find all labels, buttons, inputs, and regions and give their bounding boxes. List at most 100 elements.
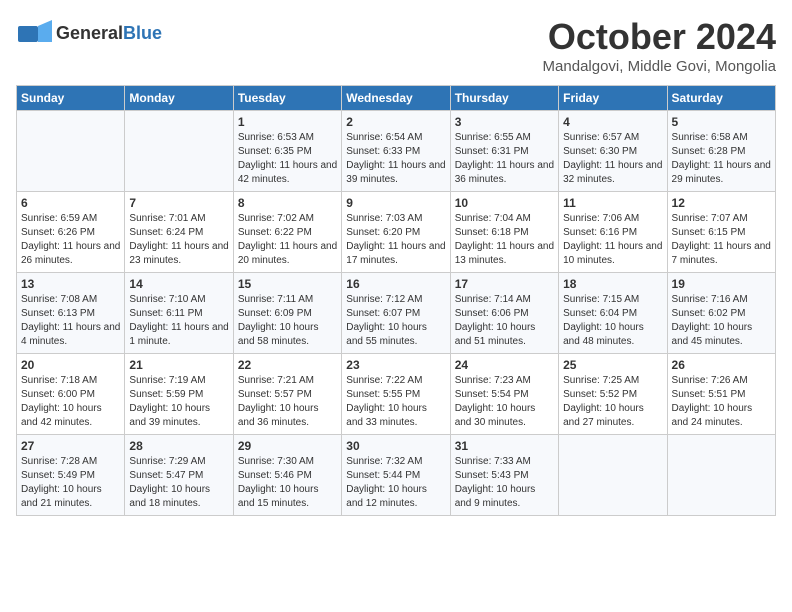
calendar-cell: 18Sunrise: 7:15 AM Sunset: 6:04 PM Dayli…	[559, 273, 667, 354]
day-number: 20	[21, 358, 120, 372]
cell-info: Sunrise: 7:08 AM Sunset: 6:13 PM Dayligh…	[21, 293, 120, 349]
cell-info: Sunrise: 6:59 AM Sunset: 6:26 PM Dayligh…	[21, 212, 120, 268]
calendar-cell: 6 Sunrise: 6:59 AM Sunset: 6:26 PM Daylig…	[17, 192, 125, 273]
calendar-header-row: SundayMondayTuesdayWednesdayThursdayFrid…	[17, 86, 776, 111]
calendar-cell: 31 Sunrise: 7:33 AM Sunset: 5:43 PM Dayli…	[450, 435, 558, 516]
cell-info: Sunrise: 7:01 AM Sunset: 6:24 PM Dayligh…	[129, 212, 228, 268]
calendar-cell: 8 Sunrise: 7:02 AM Sunset: 6:22 PM Daylig…	[233, 192, 341, 273]
calendar-cell: 5 Sunrise: 6:58 AM Sunset: 6:28 PM Daylig…	[667, 111, 775, 192]
calendar-cell	[667, 435, 775, 516]
cell-info: Sunrise: 7:02 AM Sunset: 6:22 PM Dayligh…	[238, 212, 337, 268]
day-number: 9	[346, 196, 445, 210]
calendar-week-row: 13 Sunrise: 7:08 AM Sunset: 6:13 PM Dayli…	[17, 273, 776, 354]
calendar-cell: 4 Sunrise: 6:57 AM Sunset: 6:30 PM Daylig…	[559, 111, 667, 192]
day-header: Friday	[559, 86, 667, 111]
cell-info: Sunrise: 7:16 AM Sunset: 6:02 PM Dayligh…	[672, 293, 771, 349]
calendar-cell: 10Sunrise: 7:04 AM Sunset: 6:18 PM Dayli…	[450, 192, 558, 273]
cell-info: Sunrise: 7:04 AM Sunset: 6:18 PM Dayligh…	[455, 212, 554, 268]
cell-info: Sunrise: 7:25 AM Sunset: 5:52 PM Dayligh…	[563, 374, 662, 430]
day-number: 26	[672, 358, 771, 372]
day-number: 31	[455, 439, 554, 453]
day-number: 25	[563, 358, 662, 372]
page-header: GeneralBlue October 2024 Mandalgovi, Mid…	[16, 16, 776, 75]
calendar-cell: 26Sunrise: 7:26 AM Sunset: 5:51 PM Dayli…	[667, 354, 775, 435]
calendar-cell: 13 Sunrise: 7:08 AM Sunset: 6:13 PM Dayli…	[17, 273, 125, 354]
cell-info: Sunrise: 6:58 AM Sunset: 6:28 PM Dayligh…	[672, 131, 771, 187]
day-number: 3	[455, 115, 554, 129]
day-header: Tuesday	[233, 86, 341, 111]
calendar-cell	[125, 111, 233, 192]
calendar-cell: 25 Sunrise: 7:25 AM Sunset: 5:52 PM Dayli…	[559, 354, 667, 435]
month-title: October 2024	[543, 16, 776, 58]
calendar-cell: 9 Sunrise: 7:03 AM Sunset: 6:20 PM Daylig…	[342, 192, 450, 273]
logo-general: General	[56, 23, 123, 43]
cell-info: Sunrise: 7:11 AM Sunset: 6:09 PM Dayligh…	[238, 293, 337, 349]
calendar-cell: 22Sunrise: 7:21 AM Sunset: 5:57 PM Dayli…	[233, 354, 341, 435]
calendar-table: SundayMondayTuesdayWednesdayThursdayFrid…	[16, 85, 776, 516]
cell-info: Sunrise: 7:28 AM Sunset: 5:49 PM Dayligh…	[21, 455, 120, 511]
day-header: Monday	[125, 86, 233, 111]
cell-info: Sunrise: 7:18 AM Sunset: 6:00 PM Dayligh…	[21, 374, 120, 430]
calendar-cell: 20 Sunrise: 7:18 AM Sunset: 6:00 PM Dayli…	[17, 354, 125, 435]
day-number: 15	[238, 277, 337, 291]
calendar-week-row: 1 Sunrise: 6:53 AM Sunset: 6:35 PM Daylig…	[17, 111, 776, 192]
day-header: Wednesday	[342, 86, 450, 111]
cell-info: Sunrise: 6:57 AM Sunset: 6:30 PM Dayligh…	[563, 131, 662, 187]
cell-info: Sunrise: 6:55 AM Sunset: 6:31 PM Dayligh…	[455, 131, 554, 187]
day-number: 2	[346, 115, 445, 129]
cell-info: Sunrise: 7:30 AM Sunset: 5:46 PM Dayligh…	[238, 455, 337, 511]
calendar-cell	[559, 435, 667, 516]
calendar-cell: 2Sunrise: 6:54 AM Sunset: 6:33 PM Daylig…	[342, 111, 450, 192]
day-header: Sunday	[17, 86, 125, 111]
day-number: 18	[563, 277, 662, 291]
day-header: Saturday	[667, 86, 775, 111]
day-number: 8	[238, 196, 337, 210]
day-number: 6	[21, 196, 120, 210]
calendar-week-row: 6 Sunrise: 6:59 AM Sunset: 6:26 PM Daylig…	[17, 192, 776, 273]
day-number: 28	[129, 439, 228, 453]
calendar-cell: 21 Sunrise: 7:19 AM Sunset: 5:59 PM Dayli…	[125, 354, 233, 435]
calendar-cell: 19 Sunrise: 7:16 AM Sunset: 6:02 PM Dayli…	[667, 273, 775, 354]
day-number: 21	[129, 358, 228, 372]
cell-info: Sunrise: 7:23 AM Sunset: 5:54 PM Dayligh…	[455, 374, 554, 430]
cell-info: Sunrise: 7:06 AM Sunset: 6:16 PM Dayligh…	[563, 212, 662, 268]
day-number: 24	[455, 358, 554, 372]
cell-info: Sunrise: 7:03 AM Sunset: 6:20 PM Dayligh…	[346, 212, 445, 268]
calendar-cell: 28Sunrise: 7:29 AM Sunset: 5:47 PM Dayli…	[125, 435, 233, 516]
logo: GeneralBlue	[16, 16, 162, 52]
logo-blue: Blue	[123, 23, 162, 43]
day-number: 17	[455, 277, 554, 291]
calendar-cell: 16Sunrise: 7:12 AM Sunset: 6:07 PM Dayli…	[342, 273, 450, 354]
day-number: 12	[672, 196, 771, 210]
day-number: 16	[346, 277, 445, 291]
day-number: 23	[346, 358, 445, 372]
calendar-cell: 14Sunrise: 7:10 AM Sunset: 6:11 PM Dayli…	[125, 273, 233, 354]
calendar-week-row: 20 Sunrise: 7:18 AM Sunset: 6:00 PM Dayli…	[17, 354, 776, 435]
cell-info: Sunrise: 7:14 AM Sunset: 6:06 PM Dayligh…	[455, 293, 554, 349]
calendar-week-row: 27 Sunrise: 7:28 AM Sunset: 5:49 PM Dayli…	[17, 435, 776, 516]
day-number: 4	[563, 115, 662, 129]
calendar-cell: 24 Sunrise: 7:23 AM Sunset: 5:54 PM Dayli…	[450, 354, 558, 435]
cell-info: Sunrise: 6:53 AM Sunset: 6:35 PM Dayligh…	[238, 131, 337, 187]
day-number: 1	[238, 115, 337, 129]
calendar-cell: 30Sunrise: 7:32 AM Sunset: 5:44 PM Dayli…	[342, 435, 450, 516]
day-number: 13	[21, 277, 120, 291]
location: Mandalgovi, Middle Govi, Mongolia	[543, 58, 776, 75]
calendar-cell: 3 Sunrise: 6:55 AM Sunset: 6:31 PM Daylig…	[450, 111, 558, 192]
day-number: 5	[672, 115, 771, 129]
calendar-cell: 1 Sunrise: 6:53 AM Sunset: 6:35 PM Daylig…	[233, 111, 341, 192]
day-number: 27	[21, 439, 120, 453]
calendar-cell: 29Sunrise: 7:30 AM Sunset: 5:46 PM Dayli…	[233, 435, 341, 516]
cell-info: Sunrise: 7:33 AM Sunset: 5:43 PM Dayligh…	[455, 455, 554, 511]
calendar-cell: 27 Sunrise: 7:28 AM Sunset: 5:49 PM Dayli…	[17, 435, 125, 516]
day-header: Thursday	[450, 86, 558, 111]
calendar-cell	[17, 111, 125, 192]
logo-icon	[16, 16, 52, 52]
cell-info: Sunrise: 7:19 AM Sunset: 5:59 PM Dayligh…	[129, 374, 228, 430]
calendar-cell: 12Sunrise: 7:07 AM Sunset: 6:15 PM Dayli…	[667, 192, 775, 273]
day-number: 19	[672, 277, 771, 291]
calendar-cell: 23Sunrise: 7:22 AM Sunset: 5:55 PM Dayli…	[342, 354, 450, 435]
title-block: October 2024 Mandalgovi, Middle Govi, Mo…	[543, 16, 776, 75]
calendar-cell: 11Sunrise: 7:06 AM Sunset: 6:16 PM Dayli…	[559, 192, 667, 273]
day-number: 30	[346, 439, 445, 453]
